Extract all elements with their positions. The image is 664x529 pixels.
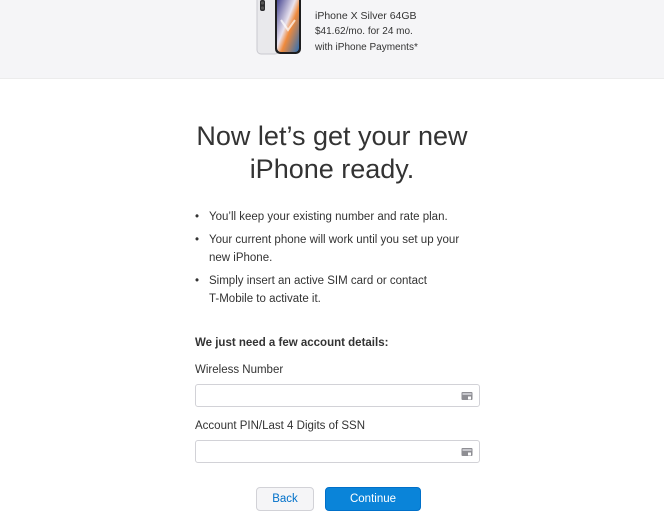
- account-pin-input[interactable]: [196, 441, 456, 462]
- page-headline: Now let’s get your new iPhone ready.: [0, 120, 664, 186]
- wireless-number-input[interactable]: [196, 385, 456, 406]
- product-details: iPhone X Silver 64GB $41.62/mo. for 24 m…: [315, 8, 418, 56]
- info-bullet-list: You’ll keep your existing number and rat…: [195, 208, 495, 313]
- product-price: $41.62/mo. for 24 mo.: [315, 26, 413, 37]
- account-details-heading: We just need a few account details:: [195, 337, 389, 349]
- continue-button[interactable]: Continue: [325, 487, 421, 511]
- product-summary-bar: iPhone X Silver 64GB $41.62/mo. for 24 m…: [0, 0, 664, 79]
- account-pin-label: Account PIN/Last 4 Digits of SSN: [195, 420, 366, 432]
- iphone-product-image: [256, 0, 301, 55]
- bullet-item: Your current phone will work until you s…: [195, 231, 495, 267]
- bullet-item: Simply insert an active SIM card or cont…: [195, 272, 495, 308]
- product-plan: with iPhone Payments*: [315, 42, 418, 53]
- wireless-number-label: Wireless Number: [195, 364, 284, 376]
- account-pin-field[interactable]: [195, 440, 480, 463]
- keychain-icon[interactable]: [461, 446, 473, 458]
- bullet-item: You’ll keep your existing number and rat…: [195, 208, 495, 226]
- product-name: iPhone X Silver 64GB: [315, 10, 417, 22]
- headline-line-1: Now let’s get your new: [196, 121, 468, 151]
- back-button[interactable]: Back: [256, 487, 314, 511]
- wireless-number-field[interactable]: [195, 384, 480, 407]
- keychain-icon[interactable]: [461, 390, 473, 402]
- headline-line-2: iPhone ready.: [249, 154, 415, 184]
